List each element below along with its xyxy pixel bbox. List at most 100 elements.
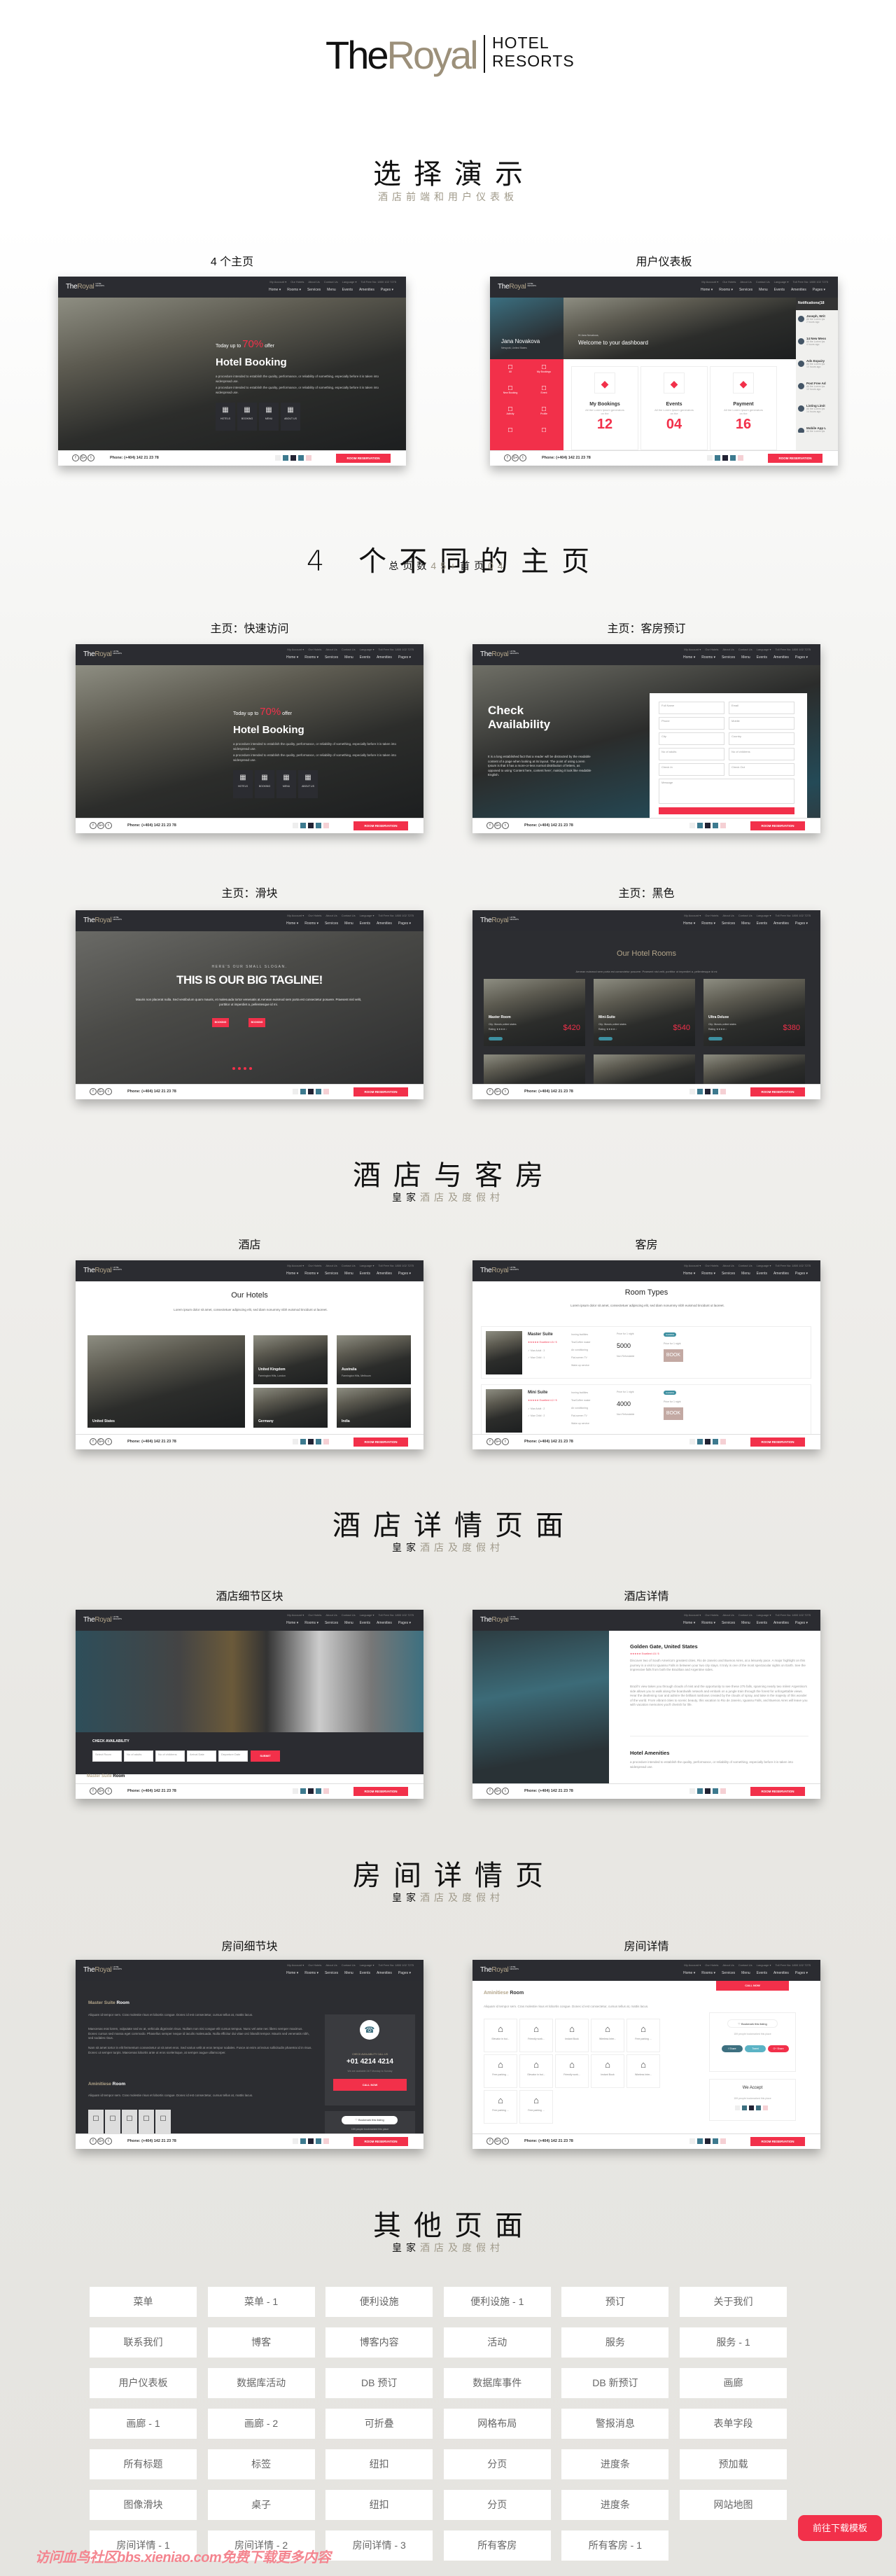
main-nav-item[interactable]: Rooms ▾ bbox=[304, 1971, 318, 1975]
other-page-link[interactable]: 数据库活动 bbox=[207, 2368, 315, 2398]
social-icon[interactable]: t bbox=[502, 1438, 509, 1445]
social-icon[interactable]: f bbox=[486, 822, 493, 829]
other-page-link[interactable]: 分页 bbox=[443, 2490, 551, 2520]
preview-room-block[interactable]: TheRoyal HOTEL RESORTS My Account ▾ Our Hot… bbox=[76, 1960, 424, 2149]
other-page-link[interactable]: 画廊 bbox=[680, 2368, 787, 2398]
top-nav-item[interactable]: My Account ▾ bbox=[684, 1613, 701, 1617]
main-nav-item[interactable]: Services bbox=[722, 1621, 735, 1625]
slider-dot[interactable] bbox=[238, 1067, 241, 1070]
top-nav-item[interactable]: About Us bbox=[722, 648, 734, 651]
main-nav-item[interactable]: Home ▾ bbox=[683, 1621, 695, 1625]
other-page-link[interactable]: 图像滑块 bbox=[90, 2490, 197, 2520]
top-nav-item[interactable]: My Account ▾ bbox=[684, 1963, 701, 1967]
top-nav-item[interactable]: Our Hotels bbox=[308, 914, 321, 917]
room-reservation-button[interactable]: ROOM RESERVATION bbox=[354, 1087, 408, 1096]
top-nav-item[interactable]: About Us bbox=[722, 1613, 734, 1617]
top-nav-item[interactable]: My Account ▾ bbox=[270, 280, 286, 284]
download-template-button[interactable]: 前往下载模板 bbox=[798, 2515, 882, 2541]
social-icon[interactable]: f bbox=[90, 1438, 97, 1445]
main-nav-item[interactable]: Services bbox=[325, 1621, 338, 1625]
top-nav-item[interactable]: Toll Free No: 1800 102 7275 bbox=[776, 648, 811, 651]
social-icon[interactable]: f bbox=[504, 454, 511, 461]
room-reservation-button[interactable]: ROOM RESERVATION bbox=[750, 2137, 805, 2146]
main-nav-item[interactable]: Amenities bbox=[774, 1621, 789, 1625]
room-reservation-button[interactable]: ROOM RESERVATION bbox=[768, 454, 822, 463]
room-reservation-button[interactable]: ROOM RESERVATION bbox=[336, 454, 391, 463]
top-nav-item[interactable]: My Account ▾ bbox=[701, 280, 718, 284]
top-nav-item[interactable]: Toll Free No: 1800 102 7275 bbox=[379, 914, 414, 917]
room-reservation-button[interactable]: ROOM RESERVATION bbox=[354, 2137, 408, 2146]
other-page-link[interactable]: 菜单 - 1 bbox=[207, 2287, 315, 2317]
main-nav-item[interactable]: Events bbox=[360, 1272, 370, 1276]
preview-home-booking[interactable]: TheRoyal HOTEL RESORTS My Account ▾ Our Hot… bbox=[472, 644, 820, 833]
top-nav-item[interactable]: Toll Free No: 1800 102 7275 bbox=[379, 1963, 414, 1967]
social-icon[interactable]: t bbox=[519, 454, 526, 461]
share-button[interactable]: Tweet bbox=[745, 2045, 766, 2052]
top-nav-item[interactable]: Language ▾ bbox=[360, 1963, 374, 1967]
main-nav-item[interactable]: Pages ▾ bbox=[398, 1971, 411, 1975]
main-nav-item[interactable]: Amenities bbox=[774, 1971, 789, 1975]
other-page-link[interactable]: 所有客房 - 1 bbox=[561, 2530, 669, 2561]
room-card[interactable]: Ultra Deluxe City: Illunois,united states… bbox=[704, 979, 805, 1046]
call-now-button[interactable]: CALL NOW bbox=[333, 2079, 407, 2091]
other-page-link[interactable]: 菜单 bbox=[90, 2287, 197, 2317]
top-nav-item[interactable]: About Us bbox=[740, 280, 751, 284]
hotel-card[interactable]: Germany bbox=[253, 1388, 328, 1428]
availability-field[interactable]: Select Room bbox=[92, 1750, 122, 1762]
top-nav-item[interactable]: Language ▾ bbox=[757, 648, 771, 651]
top-nav-item[interactable]: Contact Us bbox=[738, 914, 752, 917]
main-nav-item[interactable]: Menu bbox=[344, 1621, 354, 1625]
booking-field[interactable]: Full Name bbox=[659, 702, 724, 714]
top-nav-item[interactable]: Our Hotels bbox=[705, 1613, 718, 1617]
social-icon[interactable]: f bbox=[486, 1438, 493, 1445]
main-nav-item[interactable]: Pages ▾ bbox=[795, 1621, 808, 1625]
top-nav-item[interactable]: About Us bbox=[326, 1613, 337, 1617]
other-page-link[interactable]: 博客 bbox=[207, 2327, 315, 2358]
main-nav-item[interactable]: Menu bbox=[741, 1971, 750, 1975]
top-nav-item[interactable]: Our Hotels bbox=[722, 280, 736, 284]
preview-hotels[interactable]: TheRoyal HOTEL RESORTS My Account ▾ Our Hot… bbox=[76, 1260, 424, 1449]
top-nav-item[interactable]: My Account ▾ bbox=[684, 914, 701, 917]
other-page-link[interactable]: 纽扣 bbox=[326, 2449, 433, 2479]
room-reservation-button[interactable]: ROOM RESERVATION bbox=[750, 821, 805, 830]
preview-user-dashboard[interactable]: TheRoyal HOTEL RESORTS My Account ▾ Our Hot… bbox=[490, 277, 838, 466]
sidebar-item[interactable]: ☐ New Booking bbox=[496, 385, 525, 394]
top-nav-item[interactable]: Toll Free No: 1800 102 7275 bbox=[776, 1613, 811, 1617]
bookmark-button[interactable]: ♡ Bookmark this listing bbox=[342, 2116, 398, 2124]
main-nav-item[interactable]: Pages ▾ bbox=[398, 921, 411, 926]
other-page-link[interactable]: 博客内容 bbox=[326, 2327, 433, 2358]
main-nav-item[interactable]: Rooms ▾ bbox=[304, 921, 318, 926]
share-button[interactable]: G+ Share bbox=[768, 2045, 789, 2052]
main-nav-item[interactable]: Pages ▾ bbox=[381, 288, 393, 292]
main-nav-item[interactable]: Home ▾ bbox=[683, 1272, 695, 1276]
sidebar-item[interactable]: ☐ Activity bbox=[496, 406, 525, 415]
other-page-link[interactable]: 警报消息 bbox=[561, 2409, 669, 2439]
main-nav-item[interactable]: Amenities bbox=[377, 1272, 392, 1276]
main-nav-item[interactable]: Home ▾ bbox=[701, 288, 713, 292]
top-nav-item[interactable]: Toll Free No: 1800 102 7275 bbox=[379, 648, 414, 651]
top-nav-item[interactable]: About Us bbox=[326, 914, 337, 917]
main-nav-item[interactable]: Menu bbox=[741, 1272, 750, 1276]
main-nav-item[interactable]: Amenities bbox=[377, 1621, 392, 1625]
main-nav-item[interactable]: Pages ▾ bbox=[795, 1272, 808, 1276]
sidebar-item[interactable]: ☐ bbox=[529, 427, 559, 433]
other-page-link[interactable]: 网格布局 bbox=[443, 2409, 551, 2439]
top-nav-item[interactable]: Contact Us bbox=[342, 648, 356, 651]
social-icon[interactable]: f bbox=[90, 1788, 97, 1795]
main-nav-item[interactable]: Services bbox=[722, 1272, 735, 1276]
social-icon[interactable]: t bbox=[105, 1088, 112, 1095]
main-nav-item[interactable]: Amenities bbox=[791, 288, 806, 292]
top-nav-item[interactable]: Our Hotels bbox=[308, 648, 321, 651]
main-nav-item[interactable]: Menu bbox=[741, 1621, 750, 1625]
top-nav-item[interactable]: Contact Us bbox=[738, 1963, 752, 1967]
availability-field[interactable]: No of adults bbox=[124, 1750, 153, 1762]
hotel-card[interactable]: United Kingdom Farmington Hills, London bbox=[253, 1335, 328, 1384]
other-page-link[interactable]: 画廊 - 1 bbox=[90, 2409, 197, 2439]
other-page-link[interactable]: 标签 bbox=[207, 2449, 315, 2479]
room-reservation-button[interactable]: ROOM RESERVATION bbox=[354, 1787, 408, 1796]
social-icon[interactable]: t bbox=[502, 2138, 509, 2145]
slider-dot[interactable] bbox=[244, 1067, 246, 1070]
main-nav-item[interactable]: Home ▾ bbox=[269, 288, 281, 292]
top-nav-item[interactable]: My Account ▾ bbox=[287, 648, 304, 651]
top-nav-item[interactable]: Our Hotels bbox=[308, 1264, 321, 1267]
